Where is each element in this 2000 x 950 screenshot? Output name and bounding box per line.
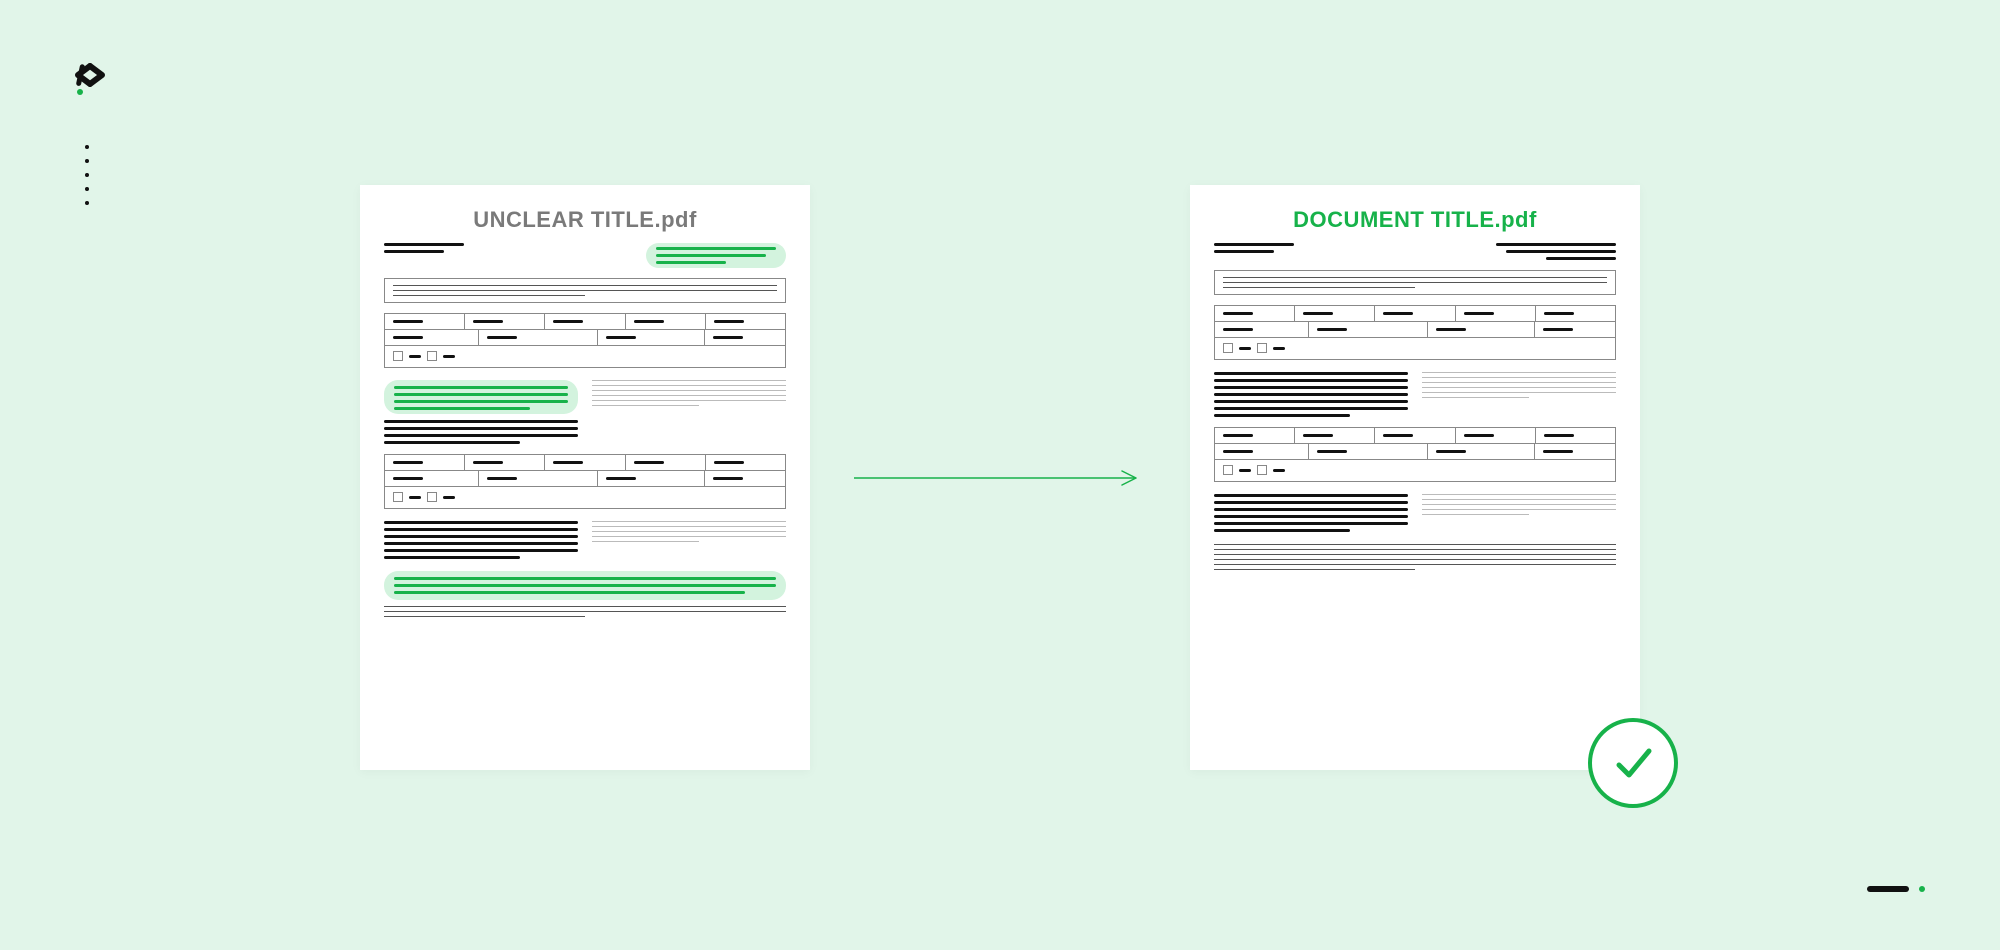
document-before: UNCLEAR TITLE.pdf [360,185,810,770]
document-after-title: DOCUMENT TITLE.pdf [1214,207,1616,233]
highlight-region [646,243,786,268]
document-before-title: UNCLEAR TITLE.pdf [384,207,786,233]
brand-logo [72,62,106,103]
checkmark-badge-icon [1588,718,1678,808]
document-after: DOCUMENT TITLE.pdf [1190,185,1640,770]
arrow-icon [840,466,1160,490]
highlight-region [384,571,786,600]
vertical-dots-decoration [85,145,89,205]
bottom-accent-decoration [1867,886,1925,892]
diagram-stage: UNCLEAR TITLE.pdf [360,185,1640,770]
highlight-region [384,380,578,414]
